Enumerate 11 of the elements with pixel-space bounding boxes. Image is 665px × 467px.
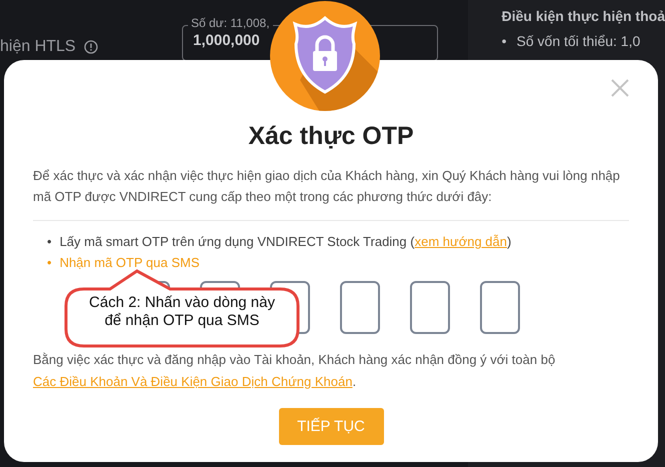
dialog-title: Xác thực OTP [247,122,415,151]
bullet: • [47,254,52,272]
agreement-text: Bằng việc xác thực và đăng nhập vào Tài khoản, Khách hàng xác nhận đồng ý với toàn bộ Các Điều Khoản Và Điều Kiện Giao Dịch Chứng Khoán. [33,351,556,391]
bullet: • [502,32,507,50]
condition-item: Số vốn tối thiểu: 1,0 [516,32,640,50]
panel-title: Điều kiện thực hiện thoả [502,8,665,24]
field-label: hiện HTLS [0,38,76,56]
hint-tooltip: Cách 2: Nhấn vào dòng này để nhận OTP qua SMS [64,268,300,348]
bullet: • [47,233,52,251]
balance-label: Số dư: 11,008, [188,16,273,31]
intro-text: Để xác thực và xác nhận việc thực hiện giao dịch của Khách hàng, xin Quý Khách hàng vui lòng nhập mã OTP được VNDIRECT cung cấp theo một trong các phương thức dưới đây: [33,167,621,206]
